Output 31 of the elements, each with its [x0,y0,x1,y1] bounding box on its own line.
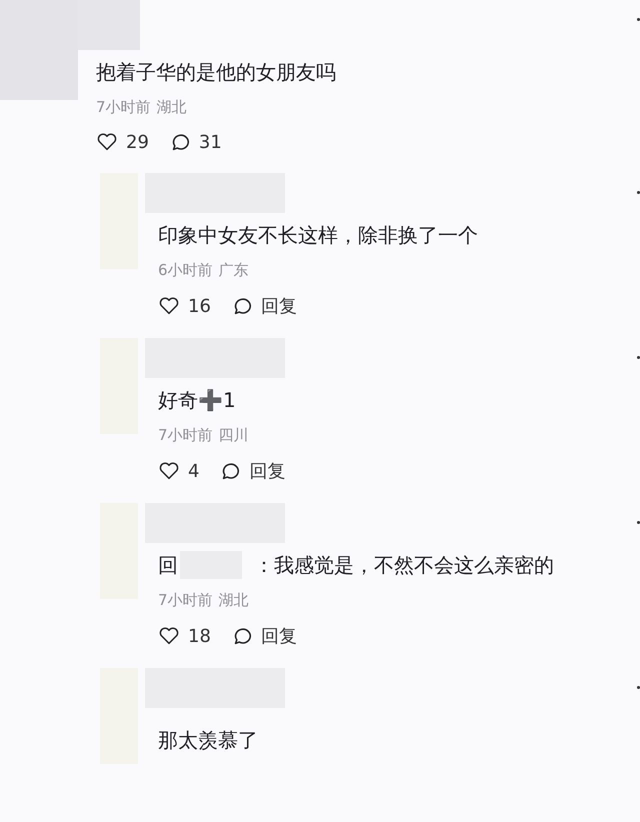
like-count: 16 [188,296,211,316]
comment-location: 广东 [218,261,249,280]
heart-icon[interactable] [158,295,180,317]
like-count: 18 [188,626,211,646]
more-icon[interactable] [637,356,640,359]
heart-icon[interactable] [158,625,180,647]
comment-text: 印象中女友不长这样，除非换了一个 [158,222,478,249]
like-count: 29 [126,132,149,152]
reply-button[interactable]: 回复 [260,624,297,648]
comment-text: 好奇➕1 [158,387,236,414]
more-icon[interactable] [637,191,640,194]
more-icon[interactable] [637,686,640,689]
comment-time: 7小时前 [158,591,213,610]
reply-button[interactable]: 31 [198,132,222,152]
heart-icon[interactable] [96,131,118,153]
comment-location: 四川 [218,426,249,445]
more-icon[interactable] [637,18,640,21]
comment-location: 湖北 [156,98,187,117]
comment-time: 6小时前 [158,261,213,280]
comment-text: 抱着子华的是他的女朋友吗 [96,59,336,86]
heart-icon[interactable] [158,460,180,482]
like-count: 4 [188,460,200,482]
reply-prefix: 回 [158,552,178,579]
comment-text: 那太羡慕了 [158,727,258,754]
reply-button[interactable]: 回复 [249,459,286,483]
comment-time: 7小时前 [96,98,151,117]
more-icon[interactable] [637,521,640,524]
reply-button[interactable]: 回复 [260,294,297,318]
comment-time: 7小时前 [158,426,213,445]
comment-location: 湖北 [218,591,249,610]
comment-text: ：我感觉是，不然不会这么亲密的 [254,552,554,579]
